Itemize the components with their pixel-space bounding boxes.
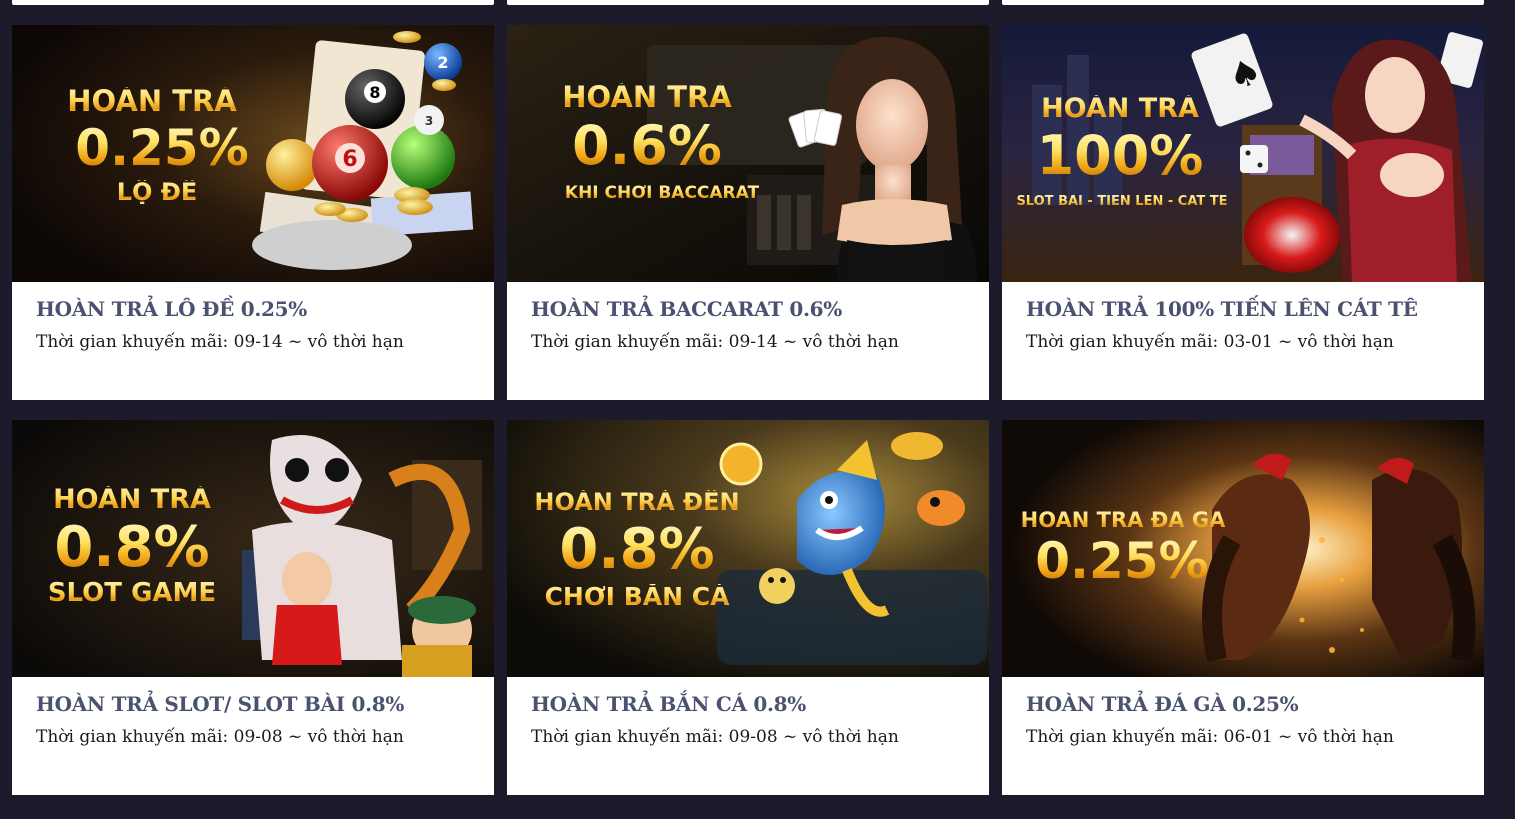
- banner-heading: HOÀN TRẢ ĐẾN: [527, 490, 747, 514]
- promo-title: HOÀN TRẢ ĐÁ GÀ 0.25%: [1026, 692, 1299, 716]
- promo-banner-image: HOÀN TRẢ ĐÁ GÀ 0.25%: [1002, 420, 1484, 677]
- previous-card-edge: [507, 0, 989, 5]
- ball-number: 8: [369, 83, 380, 102]
- promo-period: Thời gian khuyến mãi: 09-08 ~ vô thời hạ…: [36, 727, 470, 747]
- previous-card-edge: [12, 0, 494, 5]
- promo-title: HOÀN TRẢ SLOT/ SLOT BÀI 0.8%: [36, 692, 405, 716]
- promo-card-slot[interactable]: HOÀN TRẢ 0.8% SLOT GAME HOÀN TRẢ SLOT/ S…: [12, 420, 494, 795]
- banner-heading: HOÀN TRẢ: [52, 87, 252, 116]
- banner-subheading: SLOT GAME: [32, 580, 232, 606]
- promo-title: HOÀN TRẢ BẮN CÁ 0.8%: [531, 692, 806, 716]
- promo-period-label: Thời gian khuyến mãi:: [1026, 332, 1219, 352]
- promo-period-value: 09-08 ~ vô thời hạn: [728, 727, 899, 747]
- banner-heading: HOÀN TRẢ: [547, 83, 747, 112]
- promo-banner-image: HOÀN TRẢ ĐẾN 0.8% CHƠI BẮN CÁ: [507, 420, 989, 677]
- ball-number: 6: [342, 147, 357, 172]
- banner-percentage: 100%: [1020, 129, 1220, 183]
- promo-period: Thời gian khuyến mãi: 09-14 ~ vô thời hạ…: [531, 332, 965, 352]
- banner-percentage: 0.25%: [1022, 536, 1222, 586]
- promo-period-value: 09-14 ~ vô thời hạn: [728, 332, 899, 352]
- promo-period: Thời gian khuyến mãi: 09-14 ~ vô thời hạ…: [36, 332, 470, 352]
- promo-period: Thời gian khuyến mãi: 03-01 ~ vô thời hạ…: [1026, 332, 1460, 352]
- promo-banner-image: HOÀN TRẢ 0.6% KHI CHƠI BACCARAT: [507, 25, 989, 282]
- promo-period-value: 06-01 ~ vô thời hạn: [1223, 727, 1394, 747]
- promo-period: Thời gian khuyến mãi: 06-01 ~ vô thời hạ…: [1026, 727, 1460, 747]
- page-scrollbar[interactable]: [1497, 0, 1515, 819]
- promo-period: Thời gian khuyến mãi: 09-08 ~ vô thời hạ…: [531, 727, 965, 747]
- promo-card-baccarat[interactable]: HOÀN TRẢ 0.6% KHI CHƠI BACCARAT HOÀN TRẢ…: [507, 25, 989, 400]
- banner-percentage: 0.25%: [42, 123, 282, 173]
- promo-title: HOÀN TRẢ BACCARAT 0.6%: [531, 297, 842, 321]
- banner-subheading: LỘ ĐỀ: [82, 180, 232, 204]
- promo-banner-image: ♠ HOÀN TRẢ 100% SLOT BÀI - TIẾN LÊN - CÁ…: [1002, 25, 1484, 282]
- promo-banner-image: HOÀN TRẢ 0.8% SLOT GAME: [12, 420, 494, 677]
- promo-period-label: Thời gian khuyến mãi:: [36, 332, 229, 352]
- promo-card-cockfight[interactable]: HOÀN TRẢ ĐÁ GÀ 0.25% HOÀN TRẢ ĐÁ GÀ 0.25…: [1002, 420, 1484, 795]
- banner-subheading: SLOT BÀI - TIẾN LÊN - CÁT TÊ: [1014, 195, 1230, 208]
- promo-period-label: Thời gian khuyến mãi:: [36, 727, 229, 747]
- banner-heading: HOÀN TRẢ ĐÁ GÀ: [1018, 510, 1228, 531]
- promo-banner-image: 8 6 2 3 HOÀN TRẢ 0.25% LỘ ĐỀ: [12, 25, 494, 282]
- banner-subheading: CHƠI BẮN CÁ: [527, 584, 747, 609]
- banner-subheading: KHI CHƠI BACCARAT: [537, 185, 787, 202]
- ball-number: 3: [425, 114, 433, 128]
- promo-period-value: 03-01 ~ vô thời hạn: [1223, 332, 1394, 352]
- promo-period-value: 09-08 ~ vô thời hạn: [233, 727, 404, 747]
- banner-percentage: 0.8%: [32, 520, 232, 576]
- ball-number: 2: [437, 53, 448, 72]
- promo-period-value: 09-14 ~ vô thời hạn: [233, 332, 404, 352]
- promo-period-label: Thời gian khuyến mãi:: [1026, 727, 1219, 747]
- banner-percentage: 0.6%: [547, 119, 747, 173]
- promo-title: HOÀN TRẢ 100% TIẾN LÊN CÁT TÊ: [1026, 297, 1418, 321]
- promo-period-label: Thời gian khuyến mãi:: [531, 332, 724, 352]
- promo-card-fish-shooting[interactable]: HOÀN TRẢ ĐẾN 0.8% CHƠI BẮN CÁ HOÀN TRẢ B…: [507, 420, 989, 795]
- previous-card-edge: [1002, 0, 1484, 5]
- banner-heading: HOÀN TRẢ: [32, 486, 232, 513]
- promo-title: HOÀN TRẢ LÔ ĐỀ 0.25%: [36, 297, 307, 321]
- promo-card-lottery[interactable]: 8 6 2 3 HOÀN TRẢ 0.25% LỘ ĐỀ HOÀN TRẢ LÔ…: [12, 25, 494, 400]
- banner-heading: HOÀN TRẢ: [1020, 95, 1220, 122]
- promo-period-label: Thời gian khuyến mãi:: [531, 727, 724, 747]
- promo-card-card-games[interactable]: ♠ HOÀN TRẢ 100% SLOT BÀI - TIẾN LÊN - CÁ…: [1002, 25, 1484, 400]
- banner-percentage: 0.8%: [527, 522, 747, 578]
